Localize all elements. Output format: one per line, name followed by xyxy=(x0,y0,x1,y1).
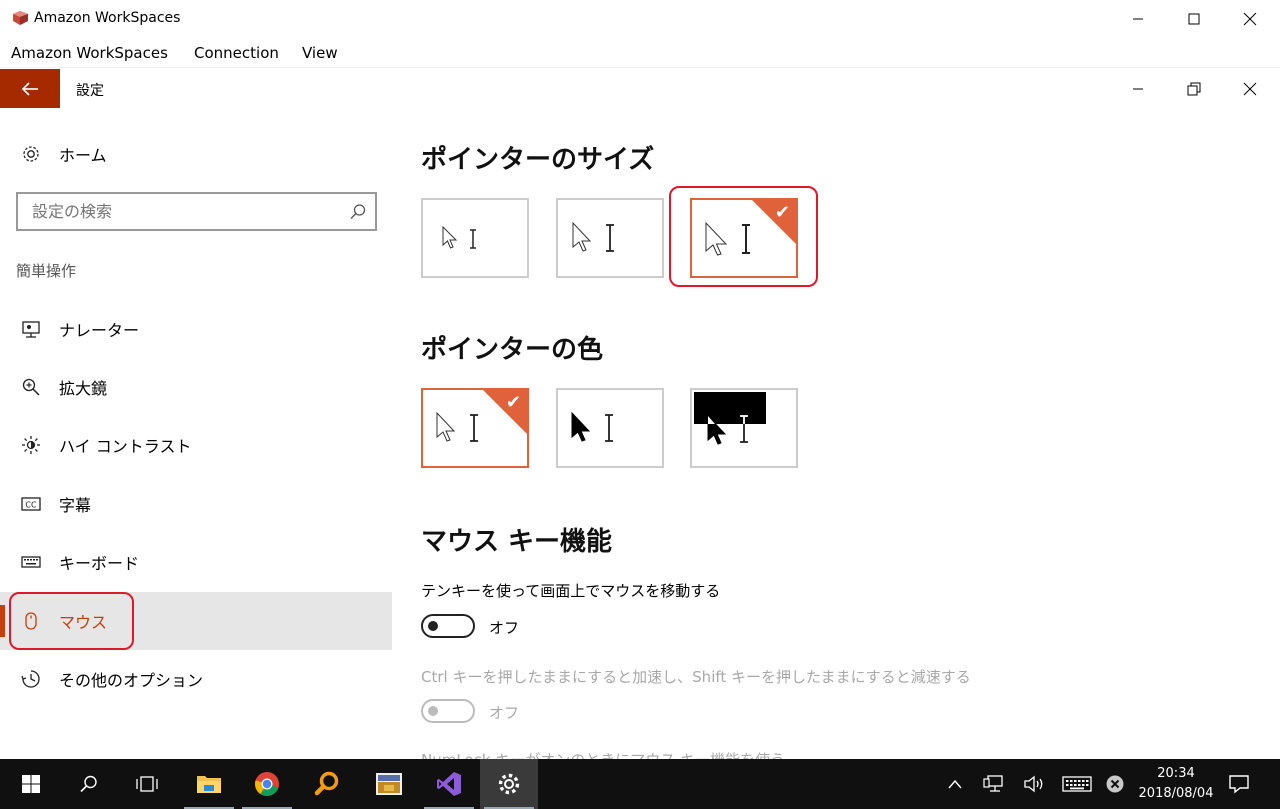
search-icon xyxy=(350,204,366,219)
mouse-keys-state: オフ xyxy=(489,619,520,637)
back-button[interactable] xyxy=(0,69,60,108)
keyboard-input-icon[interactable] xyxy=(1058,759,1096,809)
visual-studio-icon[interactable] xyxy=(420,759,478,809)
chrome-icon[interactable] xyxy=(238,759,296,809)
settings-sidebar: ホーム 簡単操作 ナレーター 拡大鏡 ハイ コントラスト xyxy=(0,109,392,759)
svg-text:CC: CC xyxy=(25,501,37,510)
high-contrast-icon xyxy=(20,434,42,456)
sidebar-item-other-options[interactable]: その他のオプション xyxy=(0,650,392,708)
outer-menu-bar: Amazon WorkSpaces Connection View xyxy=(0,38,1280,68)
pointer-size-option-1[interactable] xyxy=(421,198,529,278)
checkmark-icon: ✔ xyxy=(505,392,521,413)
magnifier-icon xyxy=(20,376,42,398)
settings-icon[interactable] xyxy=(480,759,538,809)
outer-minimize-button[interactable] xyxy=(1110,0,1166,38)
disconnected-icon[interactable] xyxy=(1100,759,1130,809)
pointer-color-option-black[interactable] xyxy=(556,388,664,468)
mouse-keys-toggle[interactable] xyxy=(421,614,475,638)
sidebar-item-magnifier[interactable]: 拡大鏡 xyxy=(0,358,392,416)
sidebar-item-keyboard[interactable]: キーボード xyxy=(0,533,392,591)
show-hidden-icons-icon[interactable] xyxy=(940,759,970,809)
settings-minimize-button[interactable] xyxy=(1110,69,1166,109)
menu-view[interactable]: View xyxy=(302,44,338,62)
screen-app-icon[interactable] xyxy=(360,759,418,809)
volume-icon[interactable] xyxy=(1018,759,1050,809)
menu-amazon-workspaces[interactable]: Amazon WorkSpaces xyxy=(11,44,168,62)
sidebar-item-label: 拡大鏡 xyxy=(59,379,108,398)
sidebar-item-high-contrast[interactable]: ハイ コントラスト xyxy=(0,416,392,474)
taskbar: 20:34 2018/08/04 xyxy=(0,759,1280,809)
pointer-color-option-inverted[interactable] xyxy=(690,388,798,468)
outer-title-bar: Amazon WorkSpaces xyxy=(0,0,1280,38)
mouse-settings-content: ポインターのサイズ ✔ ポインターの色 ✔ マウス キー機能 テンキーを使って画… xyxy=(392,109,1280,759)
sidebar-item-label: その他のオプション xyxy=(59,671,204,690)
start-icon[interactable] xyxy=(2,759,60,809)
task-view-icon[interactable] xyxy=(118,759,176,809)
search-icon[interactable] xyxy=(60,759,118,809)
outer-window-title: Amazon WorkSpaces xyxy=(34,10,181,26)
ctrl-shift-state: オフ xyxy=(489,704,520,722)
sidebar-item-narrator[interactable]: ナレーター xyxy=(0,300,392,358)
file-explorer-icon[interactable] xyxy=(180,759,238,809)
clock-date: 2018/08/04 xyxy=(1138,786,1214,801)
pointer-size-title: ポインターのサイズ xyxy=(421,145,655,175)
search-input[interactable] xyxy=(18,194,318,229)
back-arrow-icon xyxy=(21,81,38,96)
pointer-size-option-2[interactable] xyxy=(556,198,664,278)
sidebar-item-label: キーボード xyxy=(59,554,140,573)
pointer-color-title: ポインターの色 xyxy=(421,335,604,365)
action-center-icon[interactable] xyxy=(1222,759,1256,809)
pointer-preview-inverted-icon xyxy=(694,392,766,445)
sidebar-item-home[interactable]: ホーム xyxy=(0,125,392,183)
clock-time: 20:34 xyxy=(1157,766,1195,781)
settings-restore-button[interactable] xyxy=(1166,69,1222,109)
ctrl-shift-label: Ctrl キーを押したままにすると加速し、Shift キーを押したままにすると減… xyxy=(421,668,971,686)
sidebar-item-label: ホーム xyxy=(59,146,107,165)
narrator-icon xyxy=(20,318,42,340)
outer-maximize-button[interactable] xyxy=(1166,0,1222,38)
pointer-color-option-white[interactable]: ✔ xyxy=(421,388,529,468)
keyboard-icon xyxy=(20,551,42,573)
sidebar-item-label: 字幕 xyxy=(59,496,92,515)
numlock-label: NumLock キーがオンのときにマウス キー機能を使う xyxy=(421,749,785,759)
settings-close-button[interactable] xyxy=(1222,69,1278,109)
selection-indicator xyxy=(0,605,5,637)
menu-connection[interactable]: Connection xyxy=(194,44,279,62)
settings-search-box[interactable] xyxy=(16,192,377,231)
sidebar-item-label: ナレーター xyxy=(59,321,140,340)
other-options-icon xyxy=(20,668,42,690)
annotation-highlight-mouse xyxy=(9,592,134,650)
outer-close-button[interactable] xyxy=(1222,0,1278,38)
taskbar-clock[interactable]: 20:34 2018/08/04 xyxy=(1130,764,1222,804)
sidebar-item-closed-captions[interactable]: CC 字幕 xyxy=(0,475,392,533)
pointer-preview-white-icon xyxy=(436,412,478,442)
search-app-icon[interactable] xyxy=(298,759,356,809)
pointer-preview-small-icon xyxy=(442,226,476,249)
settings-window-title: 設定 xyxy=(76,83,104,99)
settings-title-bar: 設定 xyxy=(0,69,1280,109)
pointer-preview-black-icon xyxy=(571,412,613,442)
gear-icon xyxy=(20,143,42,165)
toggle-knob xyxy=(428,706,438,716)
mouse-keys-title: マウス キー機能 xyxy=(421,527,613,557)
mouse-keys-label: テンキーを使って画面上でマウスを移動する xyxy=(421,582,721,600)
pointer-preview-medium-icon xyxy=(572,222,614,252)
group-header: 簡単操作 xyxy=(16,262,77,280)
ctrl-shift-toggle[interactable] xyxy=(421,699,475,723)
closed-caption-icon: CC xyxy=(20,493,42,515)
workspaces-app-icon xyxy=(13,11,28,25)
toggle-knob xyxy=(428,621,438,631)
annotation-highlight-size xyxy=(669,186,818,287)
sidebar-item-label: ハイ コントラスト xyxy=(59,437,192,456)
network-icon[interactable] xyxy=(978,759,1010,809)
